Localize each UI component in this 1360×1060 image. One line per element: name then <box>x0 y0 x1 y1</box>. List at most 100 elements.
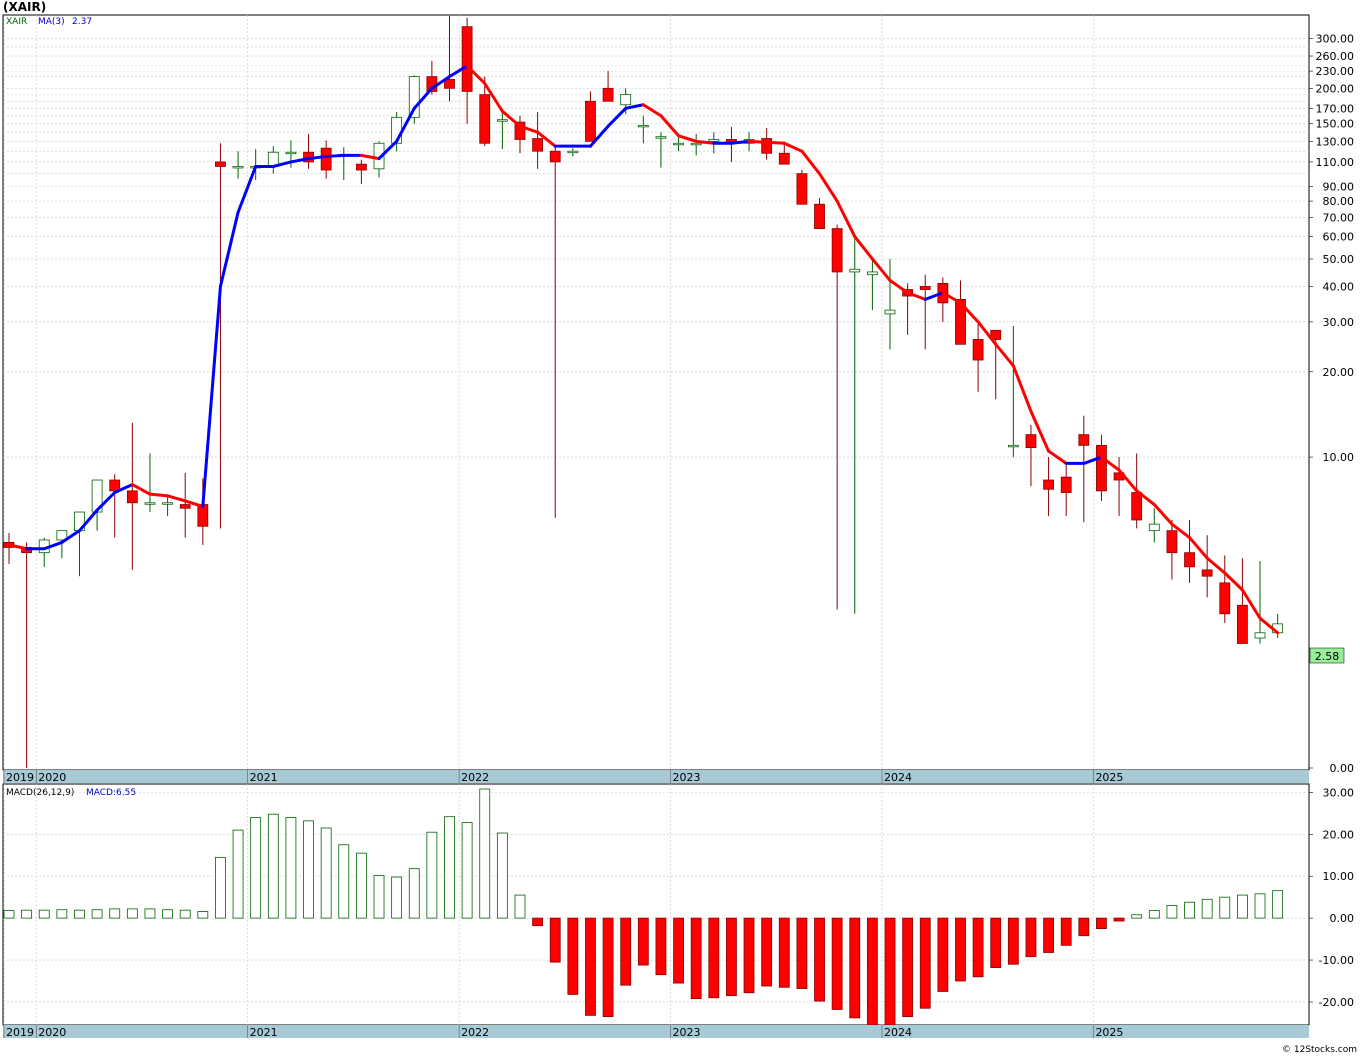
legend-macd-value: MACD:6.55 <box>86 788 136 798</box>
macd-bar <box>866 917 878 1026</box>
macd-bar <box>91 909 103 919</box>
macd-bar <box>1043 917 1054 953</box>
candle-body <box>567 150 579 154</box>
macd-bar <box>690 917 702 999</box>
candle-body <box>690 142 702 146</box>
price-tick-label: 230.00 <box>1316 65 1355 78</box>
macd-bar <box>21 909 33 919</box>
candle-body <box>866 271 878 276</box>
candle-body <box>444 79 455 89</box>
macd-bar <box>1025 917 1037 958</box>
candle-body <box>355 163 367 171</box>
macd-bar <box>479 788 491 919</box>
price-tick-label: 150.00 <box>1316 118 1355 131</box>
watermark: © 12Stocks.com <box>1282 1045 1357 1055</box>
x-tick-label: 2025 <box>1095 1026 1123 1039</box>
macd-bar <box>1254 893 1266 919</box>
price-tick-label: 10.00 <box>1323 451 1355 464</box>
macd-bar <box>955 917 966 982</box>
ma-segment <box>694 139 716 145</box>
macd-bar <box>162 909 173 919</box>
macd-bar <box>444 816 455 919</box>
candle-body <box>673 142 684 146</box>
legend-ma-label: MA(3) <box>38 17 65 27</box>
macd-bar <box>179 909 191 919</box>
candle-body <box>1025 434 1037 449</box>
macd-bar <box>673 917 684 984</box>
macd-date-band: 2019 2020 2021 2022 2023 2024 2025 <box>3 1025 1309 1039</box>
candle-body <box>796 173 808 205</box>
macd-bar <box>232 829 244 919</box>
candle <box>796 170 808 205</box>
candle-body <box>179 504 191 509</box>
ma-segment <box>729 139 751 145</box>
macd-bar <box>1131 914 1143 919</box>
macd-bar <box>831 917 843 1010</box>
macd-tick-label: 20.00 <box>1323 828 1355 841</box>
x-tick-label: 2019 <box>6 771 34 784</box>
macd-bar <box>919 917 931 1009</box>
x-tick-label: 2024 <box>884 1026 912 1039</box>
candle-body <box>215 161 226 167</box>
macd-bar <box>408 868 420 919</box>
macd-bar <box>126 908 138 919</box>
macd-bar <box>655 917 667 976</box>
last-price-marker: 2.58 <box>1309 647 1345 664</box>
candle-body <box>1096 444 1107 492</box>
candle-body <box>285 151 297 155</box>
candle-body <box>778 152 790 165</box>
macd-bar <box>1096 917 1107 930</box>
price-tick-label: 300.00 <box>1316 32 1355 45</box>
x-tick-label: 2020 <box>38 1026 66 1039</box>
candle-body <box>972 339 984 361</box>
macd-bar <box>38 909 50 919</box>
candle-body <box>1131 492 1143 521</box>
candle-body <box>126 490 138 504</box>
candle-body <box>532 138 543 152</box>
legend-macd-label: MACD(26,12,9) <box>6 788 74 798</box>
candle-body <box>1007 444 1019 448</box>
candle-body <box>1060 476 1072 493</box>
macd-bar <box>1272 890 1284 919</box>
candle-body <box>884 309 896 315</box>
candle-body <box>655 136 667 139</box>
macd-tick-label: -10.00 <box>1319 954 1354 967</box>
candle-body <box>144 502 156 505</box>
price-tick-label: 50.00 <box>1323 253 1355 266</box>
candle-body <box>849 268 861 273</box>
candle-body <box>496 119 508 122</box>
macd-bar <box>355 852 367 919</box>
macd-bar <box>532 917 543 927</box>
candle-body <box>1184 552 1195 568</box>
price-tick-label: 110.00 <box>1316 156 1355 169</box>
macd-bar <box>972 917 984 978</box>
stock-chart: (XAIR) 300.00 260.00 230.00 200.00 170.00 150… <box>0 0 1360 1060</box>
macd-bar <box>708 917 720 999</box>
candle-body <box>602 87 614 102</box>
macd-bar <box>320 827 332 919</box>
price-legend: XAIR MA(3) 2.37 <box>6 17 92 27</box>
macd-bar <box>637 917 649 966</box>
price-panel: 300.00 260.00 230.00 200.00 170.00 150.00 130.… <box>2 14 1355 775</box>
ma-segment <box>148 492 170 498</box>
macd-bar <box>1113 917 1125 922</box>
candle-body <box>479 94 491 144</box>
macd-bar <box>743 917 755 994</box>
x-tick-label: 2023 <box>673 1026 701 1039</box>
macd-bar <box>74 909 85 919</box>
macd-bar <box>1166 905 1178 919</box>
price-tick-label: 30.00 <box>1323 316 1355 329</box>
macd-bar <box>461 822 473 919</box>
x-tick-label: 2019 <box>6 1026 34 1039</box>
macd-bar <box>567 917 579 995</box>
macd-bar <box>250 817 262 919</box>
macd-bar <box>338 844 350 919</box>
macd-bar <box>937 917 949 992</box>
price-tick-label: 0.00 <box>1330 762 1355 775</box>
legend-symbol: XAIR <box>6 17 27 27</box>
x-tick-label: 2024 <box>884 771 912 784</box>
candle-body <box>1254 632 1266 639</box>
macd-tick-label: 30.00 <box>1323 786 1355 799</box>
candle-body <box>320 147 332 171</box>
price-tick-label: 90.00 <box>1323 181 1355 194</box>
